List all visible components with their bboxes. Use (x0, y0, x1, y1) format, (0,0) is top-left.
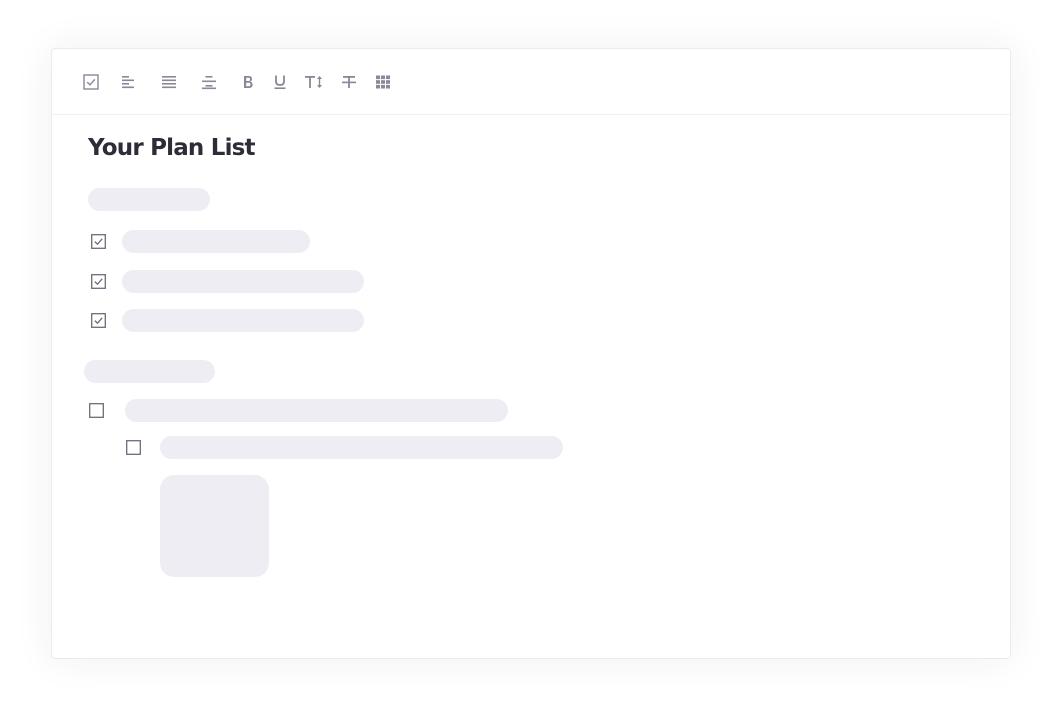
checkbox-tool-button[interactable] (81, 72, 101, 92)
task-checkbox-checked[interactable] (91, 313, 106, 328)
editor-toolbar (52, 49, 1010, 115)
underline-icon (274, 75, 286, 89)
text-size-icon (305, 76, 322, 88)
section-heading-placeholder (88, 188, 210, 211)
table-icon (376, 75, 390, 89)
task-text-placeholder (125, 399, 508, 422)
align-center-button[interactable] (199, 72, 219, 92)
bold-icon (244, 76, 253, 88)
strikethrough-icon (342, 76, 356, 88)
bold-button[interactable] (238, 72, 258, 92)
align-justify-button[interactable] (159, 72, 179, 92)
subtask-text-placeholder (160, 436, 563, 459)
align-center-icon (202, 76, 216, 90)
section-heading-placeholder (84, 360, 215, 383)
subtask-checkbox-unchecked[interactable] (126, 440, 141, 455)
editor-card: Your Plan List (51, 48, 1011, 659)
task-checkbox-unchecked[interactable] (89, 403, 104, 418)
align-left-button[interactable] (119, 72, 139, 92)
task-text-placeholder (122, 309, 364, 332)
checkbox-icon (83, 74, 99, 90)
empty-box-icon (89, 403, 104, 418)
align-justify-icon (162, 76, 176, 89)
task-text-placeholder (122, 270, 364, 293)
text-size-button[interactable] (304, 72, 324, 92)
strikethrough-button[interactable] (339, 72, 359, 92)
table-button[interactable] (373, 72, 393, 92)
underline-button[interactable] (270, 72, 290, 92)
align-left-icon (122, 76, 134, 89)
task-checkbox-checked[interactable] (91, 234, 106, 249)
checked-box-icon (91, 234, 106, 249)
checked-box-icon (91, 313, 106, 328)
page-title: Your Plan List (88, 135, 256, 161)
image-placeholder (160, 475, 269, 577)
task-text-placeholder (122, 230, 310, 253)
task-checkbox-checked[interactable] (91, 274, 106, 289)
checked-box-icon (91, 274, 106, 289)
empty-box-icon (126, 440, 141, 455)
